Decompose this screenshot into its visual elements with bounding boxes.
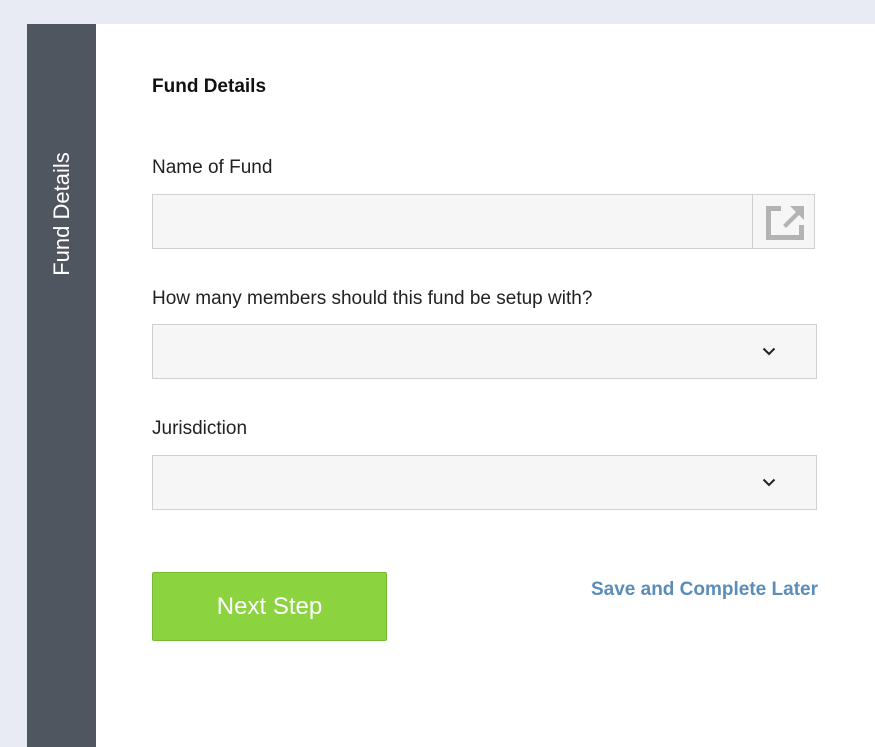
members-label: How many members should this fund be set…: [152, 288, 593, 309]
name-of-fund-label: Name of Fund: [152, 157, 273, 178]
save-and-complete-later-link[interactable]: Save and Complete Later: [591, 579, 818, 601]
side-rail-label: Fund Details: [49, 152, 74, 276]
side-rail: Fund Details: [27, 24, 96, 747]
open-external-button[interactable]: [752, 195, 814, 248]
section-title: Fund Details: [152, 76, 267, 97]
members-select[interactable]: [152, 324, 817, 379]
name-of-fund-input[interactable]: [153, 195, 752, 248]
next-step-button[interactable]: Next Step: [152, 572, 387, 641]
chevron-down-icon: [762, 347, 776, 356]
name-of-fund-field: [152, 194, 815, 249]
chevron-down-icon: [762, 478, 776, 487]
form-page: Fund Details Fund Details Name of Fund H…: [27, 24, 875, 747]
open-external-icon: [765, 205, 804, 240]
jurisdiction-label: Jurisdiction: [152, 418, 248, 439]
jurisdiction-select[interactable]: [152, 455, 817, 510]
